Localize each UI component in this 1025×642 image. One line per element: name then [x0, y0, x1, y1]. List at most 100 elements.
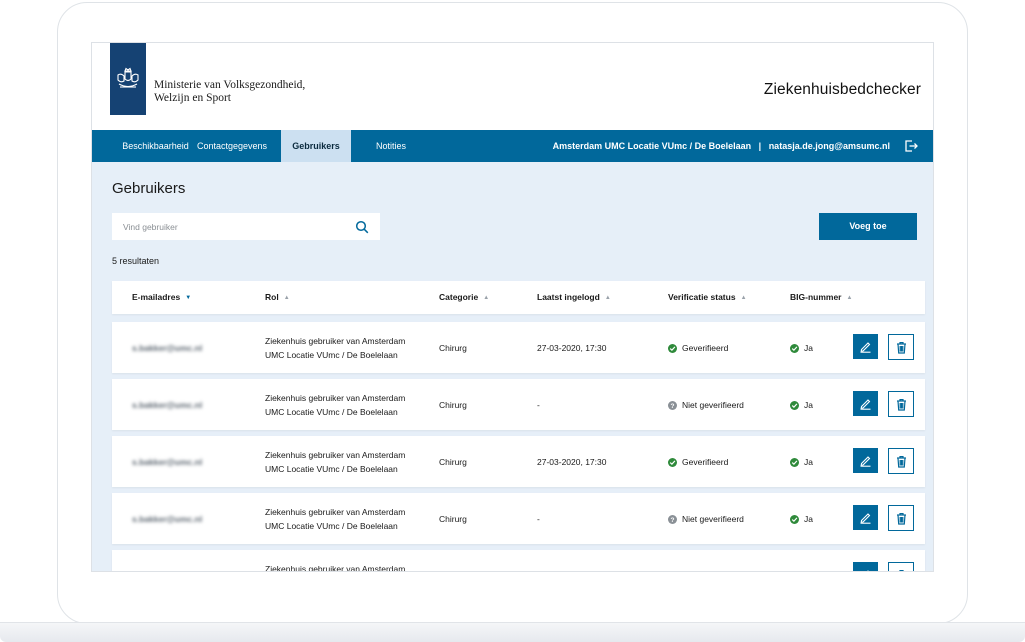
ministry-name: Ministerie van Volksgezondheid, Welzijn …: [154, 79, 305, 105]
delete-user-button[interactable]: [888, 448, 914, 474]
table-row: s.bakker@umc.nl Ziekenhuis gebruiker van …: [112, 493, 925, 544]
user-last-login: 27-03-2020, 17:30: [537, 343, 607, 353]
sort-icon: ▲: [483, 295, 490, 301]
column-header-label: Categorie: [439, 292, 479, 302]
nav-item-beschikbaarheid[interactable]: Beschikbaarheid: [106, 130, 205, 162]
user-role-line-1: Ziekenhuis gebruiker van Amsterdam: [265, 564, 406, 572]
edit-user-button[interactable]: [853, 334, 878, 359]
user-role-line-2: UMC Locatie VUmc / De Boelelaan: [265, 407, 398, 417]
column-header-label: Verificatie status: [668, 292, 736, 302]
trash-icon: [896, 512, 906, 525]
column-header-last-login[interactable]: Laatst ingelogd ▲: [537, 281, 611, 314]
user-role: Ziekenhuis gebruiker van Amsterdam UMC Lo…: [265, 448, 425, 476]
question-circle-icon: ?: [668, 514, 677, 524]
user-last-login: 27-03-2020, 17:30: [537, 457, 607, 467]
user-role-line-2: UMC Locatie VUmc / De Boelelaan: [265, 521, 398, 531]
nav-item-contactgegevens[interactable]: Contactgegevens: [192, 130, 272, 162]
verification-status: Geverifieerd: [668, 457, 728, 467]
verification-label: Niet geverifieerd: [682, 514, 744, 524]
table-row: s.bakker@umc.nl Ziekenhuis gebruiker van …: [112, 322, 925, 373]
ministry-line-1: Ministerie van Volksgezondheid,: [154, 79, 306, 91]
pencil-icon: [867, 570, 869, 571]
column-header-email[interactable]: E-mailadres ▼: [132, 281, 191, 314]
main-content: Gebruikers Voeg toe 5 resultaten E-maila…: [92, 162, 933, 572]
verification-label: Geverifieerd: [682, 343, 729, 353]
big-status: Ja: [790, 514, 813, 524]
user-role-line-2: UMC Locatie VUmc / De Boelelaan: [265, 464, 398, 474]
ministry-logo: [110, 43, 146, 115]
edit-user-button[interactable]: [853, 391, 878, 416]
delete-user-button[interactable]: [888, 391, 914, 417]
user-role-line-2: UMC Locatie VUmc / De Boelelaan: [265, 350, 398, 360]
app-title: Ziekenhuisbedchecker: [763, 81, 921, 98]
column-header-big[interactable]: BIG-nummer ▲: [790, 281, 852, 314]
svg-text:?: ?: [671, 403, 675, 410]
user-email: s.bakker@umc.nl: [132, 400, 203, 410]
user-role: Ziekenhuis gebruiker van Amsterdam UMC Lo…: [265, 505, 425, 533]
table-row: Ziekenhuis gebruiker van Amsterdam: [112, 550, 925, 572]
logout-icon[interactable]: [904, 139, 918, 153]
trash-icon: [896, 455, 906, 468]
big-status: Ja: [790, 343, 813, 353]
big-label: Ja: [804, 457, 813, 467]
user-category: Chirurg: [439, 343, 467, 353]
delete-user-button[interactable]: [888, 334, 914, 360]
user-email: s.bakker@umc.nl: [132, 343, 203, 353]
column-header-verification[interactable]: Verificatie status ▲: [668, 281, 747, 314]
user-role-line-1: Ziekenhuis gebruiker van Amsterdam: [265, 393, 406, 403]
sort-icon: ▲: [846, 295, 853, 301]
trash-icon: [896, 341, 906, 354]
check-circle-icon: [668, 343, 677, 353]
laptop-base: [0, 622, 1025, 642]
search-input[interactable]: [112, 213, 352, 240]
column-header-label: E-mailadres: [132, 292, 181, 302]
trash-icon: [896, 398, 906, 411]
edit-user-button[interactable]: [853, 448, 878, 473]
delete-user-button[interactable]: [888, 562, 914, 571]
user-category: Chirurg: [439, 400, 467, 410]
verification-status: ? Niet geverifieerd: [668, 514, 744, 524]
verification-status: Geverifieerd: [668, 343, 728, 353]
search-box: [112, 213, 380, 240]
page-title: Gebruikers: [112, 180, 186, 197]
user-role: Ziekenhuis gebruiker van Amsterdam: [265, 562, 425, 572]
verification-label: Geverifieerd: [682, 457, 729, 467]
user-category: Chirurg: [439, 457, 467, 467]
trash-icon: [896, 569, 906, 571]
user-email: s.bakker@umc.nl: [132, 457, 203, 467]
edit-user-button[interactable]: [853, 562, 878, 571]
user-role: Ziekenhuis gebruiker van Amsterdam UMC Lo…: [265, 334, 425, 362]
main-nav: Beschikbaarheid Contactgegevens Gebruike…: [92, 130, 933, 162]
check-circle-icon: [668, 457, 677, 467]
user-last-login: -: [537, 514, 540, 524]
ministry-line-2: Welzijn en Sport: [154, 92, 232, 104]
big-status: Ja: [790, 457, 813, 467]
user-role-line-1: Ziekenhuis gebruiker van Amsterdam: [265, 336, 406, 346]
column-header-category[interactable]: Categorie ▲: [439, 281, 489, 314]
user-role: Ziekenhuis gebruiker van Amsterdam UMC Lo…: [265, 391, 425, 419]
check-circle-icon: [790, 400, 799, 410]
app-screen: Ministerie van Volksgezondheid, Welzijn …: [91, 42, 934, 572]
user-role-line-1: Ziekenhuis gebruiker van Amsterdam: [265, 507, 406, 517]
pencil-icon: [860, 342, 871, 353]
verification-status: ? Niet geverifieerd: [668, 400, 744, 410]
add-user-button[interactable]: Voeg toe: [819, 213, 917, 240]
user-email: s.bakker@umc.nl: [132, 514, 203, 524]
user-role-line-1: Ziekenhuis gebruiker van Amsterdam: [265, 450, 406, 460]
column-header-role[interactable]: Rol ▲: [265, 281, 290, 314]
nav-item-gebruikers[interactable]: Gebruikers: [281, 130, 351, 162]
user-last-login: -: [537, 400, 540, 410]
check-circle-icon: [790, 457, 799, 467]
delete-user-button[interactable]: [888, 505, 914, 531]
search-icon[interactable]: [355, 220, 369, 234]
big-status: Ja: [790, 400, 813, 410]
sort-icon: ▲: [740, 295, 747, 301]
big-label: Ja: [804, 400, 813, 410]
edit-user-button[interactable]: [853, 505, 878, 530]
check-circle-icon: [790, 514, 799, 524]
svg-text:?: ?: [671, 517, 675, 524]
sort-icon: ▲: [283, 295, 290, 301]
table-header: E-mailadres ▼ Rol ▲ Categorie ▲ Laatst inge…: [112, 281, 925, 314]
user-category: Chirurg: [439, 514, 467, 524]
nav-item-notities[interactable]: Notities: [366, 130, 416, 162]
